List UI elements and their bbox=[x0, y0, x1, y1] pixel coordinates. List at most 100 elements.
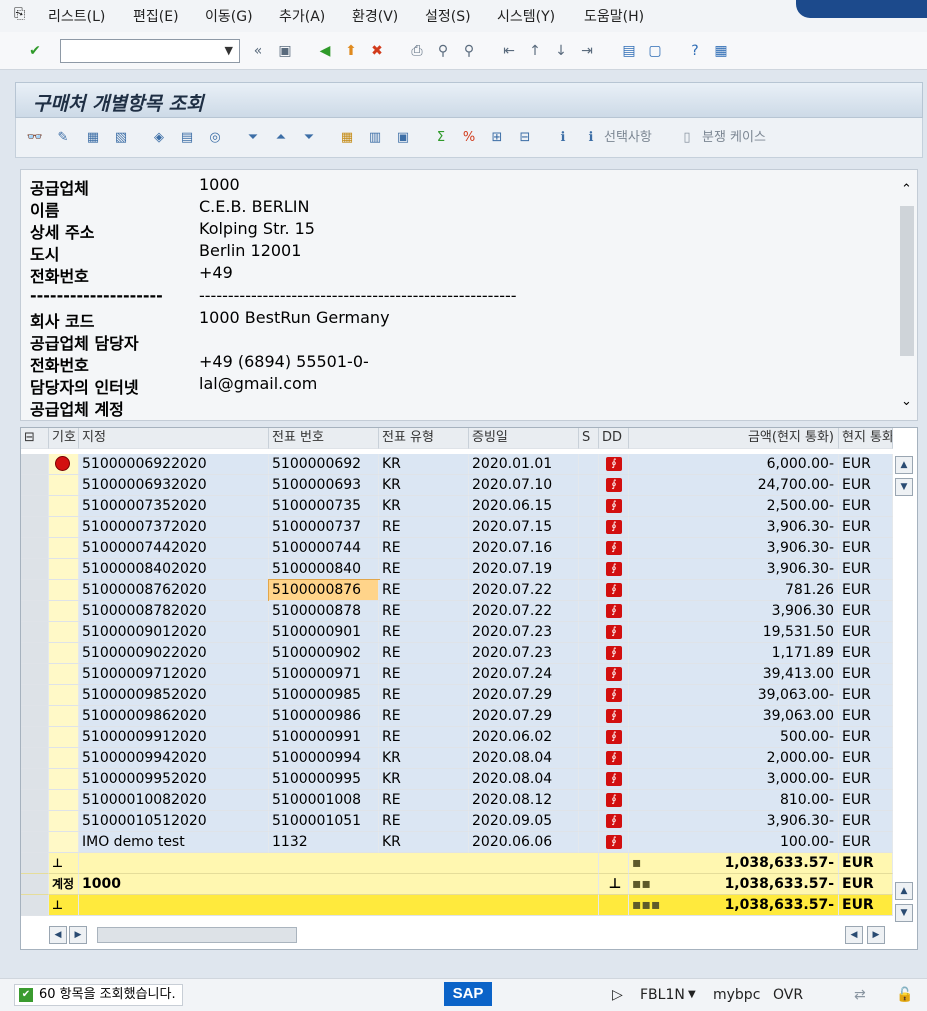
row-selector[interactable] bbox=[21, 748, 49, 769]
doc-number-cell[interactable]: 5100000994 bbox=[269, 748, 379, 769]
assignment-cell[interactable]: 51000006922020 bbox=[79, 454, 269, 475]
row-selector[interactable] bbox=[21, 811, 49, 832]
doc-number-cell[interactable]: 5100000735 bbox=[269, 496, 379, 517]
scroll-left-end-button[interactable]: ◀ bbox=[845, 926, 863, 944]
layout-icon[interactable]: ▦ bbox=[710, 40, 732, 62]
doc-type-cell[interactable]: RE bbox=[379, 706, 469, 727]
s-cell[interactable] bbox=[579, 748, 599, 769]
currency-cell[interactable]: EUR bbox=[839, 559, 893, 580]
dd-cell[interactable]: ∮ bbox=[599, 559, 629, 580]
row-selector[interactable] bbox=[21, 475, 49, 496]
assignment-cell[interactable]: IMO demo test bbox=[79, 832, 269, 853]
doc-number-cell[interactable]: 5100000692 bbox=[269, 454, 379, 475]
s-cell[interactable] bbox=[579, 517, 599, 538]
menu-icon[interactable]: ⎘ bbox=[14, 6, 25, 22]
scroll-down-button[interactable]: ▼ bbox=[895, 478, 913, 496]
currency-cell[interactable]: EUR bbox=[839, 769, 893, 790]
menu-list[interactable]: 리스트(L) bbox=[48, 6, 105, 26]
doc-type-cell[interactable]: RE bbox=[379, 601, 469, 622]
doc-type-cell[interactable]: RE bbox=[379, 811, 469, 832]
insert-mode[interactable]: OVR bbox=[773, 987, 803, 1003]
doc-number-cell[interactable]: 1132 bbox=[269, 832, 379, 853]
dd-cell[interactable]: ∮ bbox=[599, 727, 629, 748]
amount-cell[interactable]: 1,171.89 bbox=[629, 643, 839, 664]
amount-cell[interactable]: 2,500.00- bbox=[629, 496, 839, 517]
table-row[interactable]: IMO demo test 1132 KR 2020.06.06 ∮ 100.00- EUR bbox=[21, 832, 893, 853]
amount-cell[interactable]: 39,063.00- bbox=[629, 685, 839, 706]
doc-date-cell[interactable]: 2020.07.16 bbox=[469, 538, 579, 559]
last-page-icon[interactable]: ⇥ bbox=[576, 40, 598, 62]
doc-number-cell[interactable]: 5100000840 bbox=[269, 559, 379, 580]
doc-number-cell[interactable]: 5100000744 bbox=[269, 538, 379, 559]
assignment-cell[interactable]: 51000009952020 bbox=[79, 769, 269, 790]
chevron-down-icon[interactable]: ▼ bbox=[688, 989, 696, 1000]
amount-cell[interactable]: 39,063.00 bbox=[629, 706, 839, 727]
assignment-cell[interactable]: 51000008762020 bbox=[79, 580, 269, 601]
assignment-cell[interactable]: 51000009022020 bbox=[79, 643, 269, 664]
table-row[interactable]: 51000009912020 5100000991 RE 2020.06.02 ∮ 500… bbox=[21, 727, 893, 748]
menu-settings[interactable]: 설정(S) bbox=[425, 6, 471, 26]
row-selector[interactable] bbox=[21, 601, 49, 622]
menu-extras[interactable]: 추가(A) bbox=[279, 6, 325, 26]
doc-type-cell[interactable]: RE bbox=[379, 580, 469, 601]
currency-cell[interactable]: EUR bbox=[839, 496, 893, 517]
layout-change-icon[interactable]: ▥ bbox=[364, 128, 386, 148]
selection-info-icon[interactable]: ℹ bbox=[580, 128, 602, 148]
horizontal-scroll-thumb[interactable] bbox=[97, 927, 297, 943]
info-icon[interactable]: ℹ bbox=[552, 128, 574, 148]
table-row[interactable]: 51000008762020 5100000876 RE 2020.07.22 ∮ 781… bbox=[21, 579, 893, 602]
doc-type-cell[interactable]: KR bbox=[379, 832, 469, 853]
doc-type-cell[interactable]: RE bbox=[379, 559, 469, 580]
expand-icon[interactable]: ⊞ bbox=[486, 128, 508, 148]
amount-cell[interactable]: 810.00- bbox=[629, 790, 839, 811]
amount-cell[interactable]: 3,906.30- bbox=[629, 538, 839, 559]
doc-type-cell[interactable]: KR bbox=[379, 496, 469, 517]
header-scrollbar[interactable]: ⌃ ⌄ bbox=[899, 182, 915, 412]
currency-cell[interactable]: EUR bbox=[839, 811, 893, 832]
currency-cell[interactable]: EUR bbox=[839, 832, 893, 853]
doc-date-cell[interactable]: 2020.07.22 bbox=[469, 580, 579, 601]
column-header-doc-date[interactable]: 증빙일 bbox=[469, 428, 579, 449]
row-selector[interactable] bbox=[21, 853, 49, 874]
total-amount-cell[interactable]: ▪ 1,038,633.57- bbox=[629, 853, 839, 874]
table-row[interactable]: 51000009012020 5100000901 RE 2020.07.23 ∮ 19,… bbox=[21, 622, 893, 643]
doc-date-cell[interactable]: 2020.07.22 bbox=[469, 601, 579, 622]
column-header-assignment[interactable]: 지정 bbox=[79, 428, 269, 449]
grand-total-row[interactable]: ⊥ ▪▪▪ 1,038,633.57- EUR bbox=[21, 895, 893, 916]
dd-cell[interactable]: ∮ bbox=[599, 643, 629, 664]
currency-cell[interactable]: EUR bbox=[839, 664, 893, 685]
assignment-cell[interactable]: 51000006932020 bbox=[79, 475, 269, 496]
s-cell[interactable] bbox=[579, 790, 599, 811]
transaction-code[interactable]: FBL1N bbox=[640, 987, 685, 1003]
assignment-cell[interactable]: 51000009862020 bbox=[79, 706, 269, 727]
scroll-top-button[interactable]: ▲ bbox=[895, 882, 913, 900]
assignment-cell[interactable]: 51000008402020 bbox=[79, 559, 269, 580]
doc-type-cell[interactable]: RE bbox=[379, 790, 469, 811]
dd-cell[interactable]: ∮ bbox=[599, 454, 629, 475]
document-icon[interactable]: ▤ bbox=[176, 128, 198, 148]
scroll-bottom-button[interactable]: ▼ bbox=[895, 904, 913, 922]
doc-date-cell[interactable]: 2020.07.29 bbox=[469, 706, 579, 727]
s-cell[interactable] bbox=[579, 538, 599, 559]
table-row[interactable]: 51000007372020 5100000737 RE 2020.07.15 ∮ 3,9… bbox=[21, 517, 893, 538]
find-icon[interactable]: ⚲ bbox=[432, 40, 454, 62]
chevron-down-icon[interactable]: ▼ bbox=[225, 44, 233, 57]
dd-cell[interactable]: ∮ bbox=[599, 601, 629, 622]
s-cell[interactable] bbox=[579, 811, 599, 832]
row-selector[interactable] bbox=[21, 790, 49, 811]
amount-cell[interactable]: 100.00- bbox=[629, 832, 839, 853]
print-icon[interactable]: ⎙ bbox=[406, 40, 428, 62]
dd-cell[interactable]: ∮ bbox=[599, 748, 629, 769]
doc-type-cell[interactable]: KR bbox=[379, 769, 469, 790]
doc-number-cell[interactable]: 5100000991 bbox=[269, 727, 379, 748]
row-selector[interactable] bbox=[21, 832, 49, 853]
dd-cell[interactable]: ∮ bbox=[599, 517, 629, 538]
doc-date-cell[interactable]: 2020.08.12 bbox=[469, 790, 579, 811]
play-icon[interactable]: ▷ bbox=[612, 987, 623, 1003]
pencil-icon[interactable]: ✎ bbox=[52, 128, 74, 148]
currency-cell[interactable]: EUR bbox=[839, 601, 893, 622]
doc-date-cell[interactable]: 2020.07.15 bbox=[469, 517, 579, 538]
assignment-cell[interactable]: 51000010082020 bbox=[79, 790, 269, 811]
s-cell[interactable] bbox=[579, 580, 599, 601]
table-row[interactable]: 51000009862020 5100000986 RE 2020.07.29 ∮ 39,… bbox=[21, 706, 893, 727]
